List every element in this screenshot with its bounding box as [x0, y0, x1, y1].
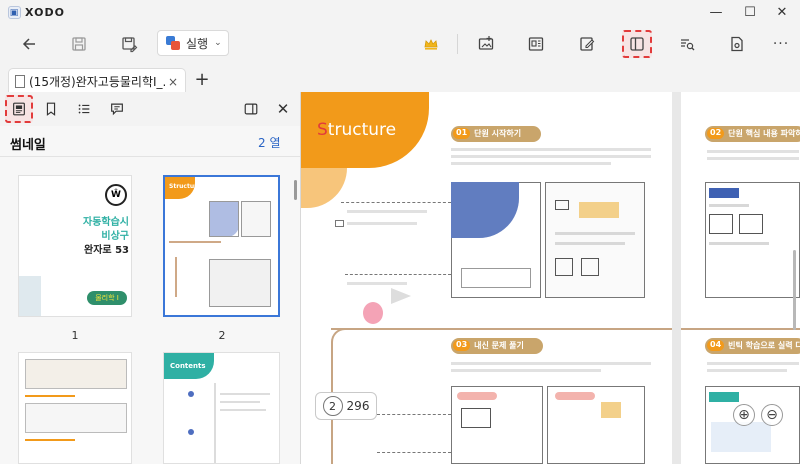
section-01-title: 단원 시작하기: [474, 129, 522, 138]
bookmark-icon: [46, 102, 56, 116]
dock-sidebar-button[interactable]: [238, 96, 264, 122]
document-heading: Structure: [317, 120, 397, 140]
thumbnails-icon: [13, 102, 25, 116]
organize-pages-button[interactable]: [521, 30, 551, 58]
maximize-button[interactable]: ☐: [734, 0, 766, 24]
annotations-tab[interactable]: [104, 96, 130, 122]
thumbnail-heading: Contents: [170, 362, 206, 370]
thumbnails-tab[interactable]: [5, 95, 33, 123]
organize-icon: [528, 37, 544, 51]
document-icon: [15, 75, 25, 88]
sidebar-panel-icon: [630, 37, 644, 51]
document-heading-text: tructure: [327, 120, 397, 140]
close-sidebar-button[interactable]: ✕: [270, 96, 296, 122]
document-scrollbar[interactable]: [793, 250, 796, 330]
thumbnail-page-4[interactable]: Contents: [163, 352, 280, 464]
section-03-title: 내신 문제 풀기: [474, 341, 524, 350]
new-tab-button[interactable]: +: [193, 69, 211, 90]
section-04-title: 빈틱 학습으로 실력 다: [728, 341, 800, 350]
back-button[interactable]: [14, 30, 44, 58]
chevron-down-icon: ⌄: [214, 38, 222, 48]
current-page: 2: [322, 396, 343, 416]
app-logo: ▣ XODO: [8, 6, 65, 19]
document-settings-icon: [731, 36, 743, 52]
premium-button[interactable]: [416, 30, 446, 58]
search-list-icon: [681, 39, 695, 51]
section-02-number: 02: [707, 128, 725, 139]
list-icon: [78, 104, 90, 114]
thumbnail-heading: Structure: [169, 183, 202, 190]
zoom-in-button[interactable]: ⊕: [733, 404, 755, 426]
apps-icon: [166, 36, 180, 50]
edit-icon: [580, 37, 595, 51]
edit-button[interactable]: [572, 30, 602, 58]
crown-icon: [424, 39, 438, 50]
execute-dropdown[interactable]: 실행 ⌄: [157, 30, 229, 56]
zoom-out-icon: ⊖: [766, 407, 778, 423]
insert-image-button[interactable]: [471, 30, 501, 58]
panel-icon: [244, 103, 258, 115]
more-options-button[interactable]: ···: [766, 30, 796, 58]
arrow-left-icon: [22, 38, 35, 50]
column-toggle[interactable]: 2 열: [258, 134, 281, 151]
total-pages: 296: [346, 399, 370, 413]
tab-title: (15개정)완자고등물리학Ⅰ_...: [29, 75, 165, 89]
tab-close-button[interactable]: ×: [165, 75, 181, 89]
bookmarks-tab[interactable]: [38, 96, 64, 122]
cover-logo-icon: Ŵ: [105, 184, 127, 206]
thumbnail-page-number: 1: [71, 329, 79, 342]
thumbnail-page-2[interactable]: Structure: [163, 175, 280, 317]
minimize-button[interactable]: —: [700, 0, 732, 24]
thumbnail-page-1[interactable]: Ŵ 자동학습시 비상구 완자로 53 물리학 Ⅰ: [18, 175, 132, 317]
outline-tab[interactable]: [71, 96, 97, 122]
zoom-in-icon: ⊕: [738, 407, 750, 423]
thumbnail-page-3[interactable]: [18, 352, 132, 464]
cover-line-2: 비상구: [101, 231, 129, 242]
thumbnail-page-number: 2: [218, 329, 226, 342]
sidebar-scrollbar[interactable]: [294, 180, 297, 200]
cover-line-1: 자동학습시: [83, 217, 129, 228]
cover-line-3: 완자로 53: [84, 245, 129, 256]
sidebar-title: 썸네일: [10, 138, 46, 153]
xodo-logo-icon: ▣: [8, 6, 21, 19]
section-03-number: 03: [453, 340, 471, 351]
add-image-icon: [478, 36, 494, 50]
execute-label: 실행: [186, 36, 209, 51]
save-as-button[interactable]: [114, 30, 144, 58]
save-icon: [72, 37, 86, 51]
save-as-icon: [122, 37, 138, 53]
title-bar: [0, 0, 800, 26]
sidebar-divider: [0, 156, 300, 157]
document-properties-button[interactable]: [722, 30, 752, 58]
app-window: ▣ XODO — ☐ ✕ 실행 ⌄ ··· (15개정)완자고등물리학Ⅰ_...…: [0, 0, 800, 464]
zoom-out-button[interactable]: ⊖: [761, 404, 783, 426]
section-02-title: 단원 핵심 내용 파악하: [728, 129, 800, 138]
section-01-number: 01: [453, 128, 471, 139]
app-name: XODO: [25, 6, 65, 19]
cover-badge: 물리학 Ⅰ: [87, 291, 127, 305]
close-window-button[interactable]: ✕: [766, 0, 798, 24]
toolbar-separator: [457, 34, 458, 54]
toggle-sidebar-button[interactable]: [622, 30, 652, 58]
search-document-button[interactable]: [672, 30, 702, 58]
section-04-number: 04: [707, 340, 725, 351]
comment-icon: [111, 103, 123, 116]
page-indicator[interactable]: 2 296: [315, 392, 377, 420]
document-tab[interactable]: (15개정)완자고등물리학Ⅰ_... ×: [8, 68, 186, 94]
save-button[interactable]: [64, 30, 94, 58]
